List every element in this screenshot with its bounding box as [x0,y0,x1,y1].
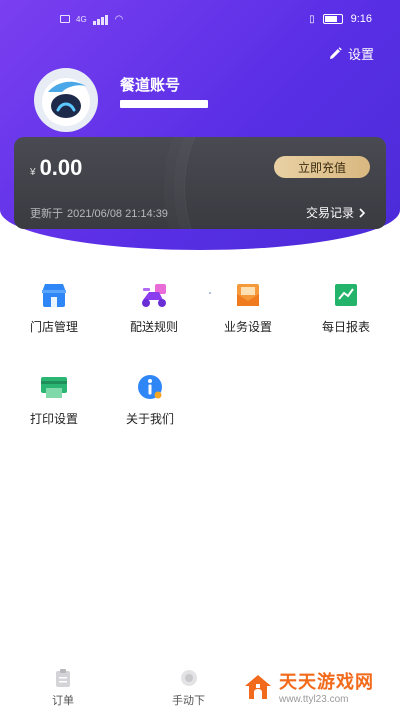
status-bar: 4G ◠ ▯ 9:16 [0,0,400,36]
status-right: ▯ 9:16 [309,13,372,25]
menu-item-delivery-rules[interactable]: 配送规则 [104,280,204,335]
watermark-title: 天天游戏网 [279,672,374,692]
sim-icon [60,15,70,23]
site-watermark: 天天游戏网 www.ttyl23.com [243,668,374,705]
currency-symbol: ¥ [30,167,36,178]
transactions-link[interactable]: 交易记录 [306,204,366,221]
clock: 9:16 [350,13,372,25]
menu-label-delivery-rules: 配送规则 [129,320,178,334]
status-left: 4G ◠ [60,13,123,25]
pencil-icon [329,47,342,59]
balance-amount: 0.00 [39,155,83,180]
menu-label-business-settings: 业务设置 [223,320,272,334]
balance: ¥ 0.00 [30,155,82,181]
avatar[interactable] [34,68,98,132]
settings-label: 设置 [347,47,374,62]
menu-item-store-management[interactable]: 门店管理 [4,280,104,335]
vibrate-icon: ▯ [309,13,315,25]
info-icon [135,372,165,402]
manual-order-icon [180,670,197,686]
menu-label-daily-report: 每日报表 [321,320,370,334]
wifi-icon: ◠ [114,13,124,25]
tab-manual-label: 手动下 [172,695,205,707]
store-icon [39,280,69,310]
menu-item-print-settings[interactable]: 打印设置 [4,372,104,427]
menu-label-print-settings: 打印设置 [29,412,78,426]
battery-icon [322,14,343,24]
tab-manual[interactable]: 手动下 [172,668,205,708]
menu-label-about-us: 关于我们 [125,412,174,426]
recharge-button[interactable]: 立即充值 [274,156,370,178]
wallet-card: ¥ 0.00 立即充值 更新于 2021/06/08 21:14:39 交易记录 [14,137,386,229]
house-logo-icon [245,674,271,699]
transactions-label: 交易记录 [305,206,354,220]
watermark-url: www.ttyl23.com [279,694,349,705]
updated-time: 更新于 2021/06/08 21:14:39 [30,205,172,221]
signal-icon [92,13,109,25]
robot-mascot-icon [42,78,90,126]
chevron-right-icon [359,207,366,218]
tab-orders[interactable]: 订单 [52,668,74,708]
menu-label-store-management: 门店管理 [29,320,78,334]
business-envelope-icon [233,280,263,310]
menu-item-business-settings[interactable]: 业务设置 [198,280,298,335]
printer-icon [39,372,69,402]
daily-report-chart-icon [331,280,361,310]
account-name: 餐道账号 [120,77,181,94]
clipboard-icon [56,669,70,687]
updated-timestamp: 2021/06/08 21:14:39 [67,208,168,220]
settings-button[interactable]: 设置 [329,44,374,63]
menu-item-about-us[interactable]: 关于我们 [100,372,200,427]
updated-prefix: 更新于 [30,208,63,220]
menu-item-daily-report[interactable]: 每日报表 [296,280,396,335]
tab-orders-label: 订单 [52,695,74,707]
delivery-scooter-icon [139,280,169,310]
network-type: 4G [76,14,87,24]
account-id-redacted [120,100,208,108]
